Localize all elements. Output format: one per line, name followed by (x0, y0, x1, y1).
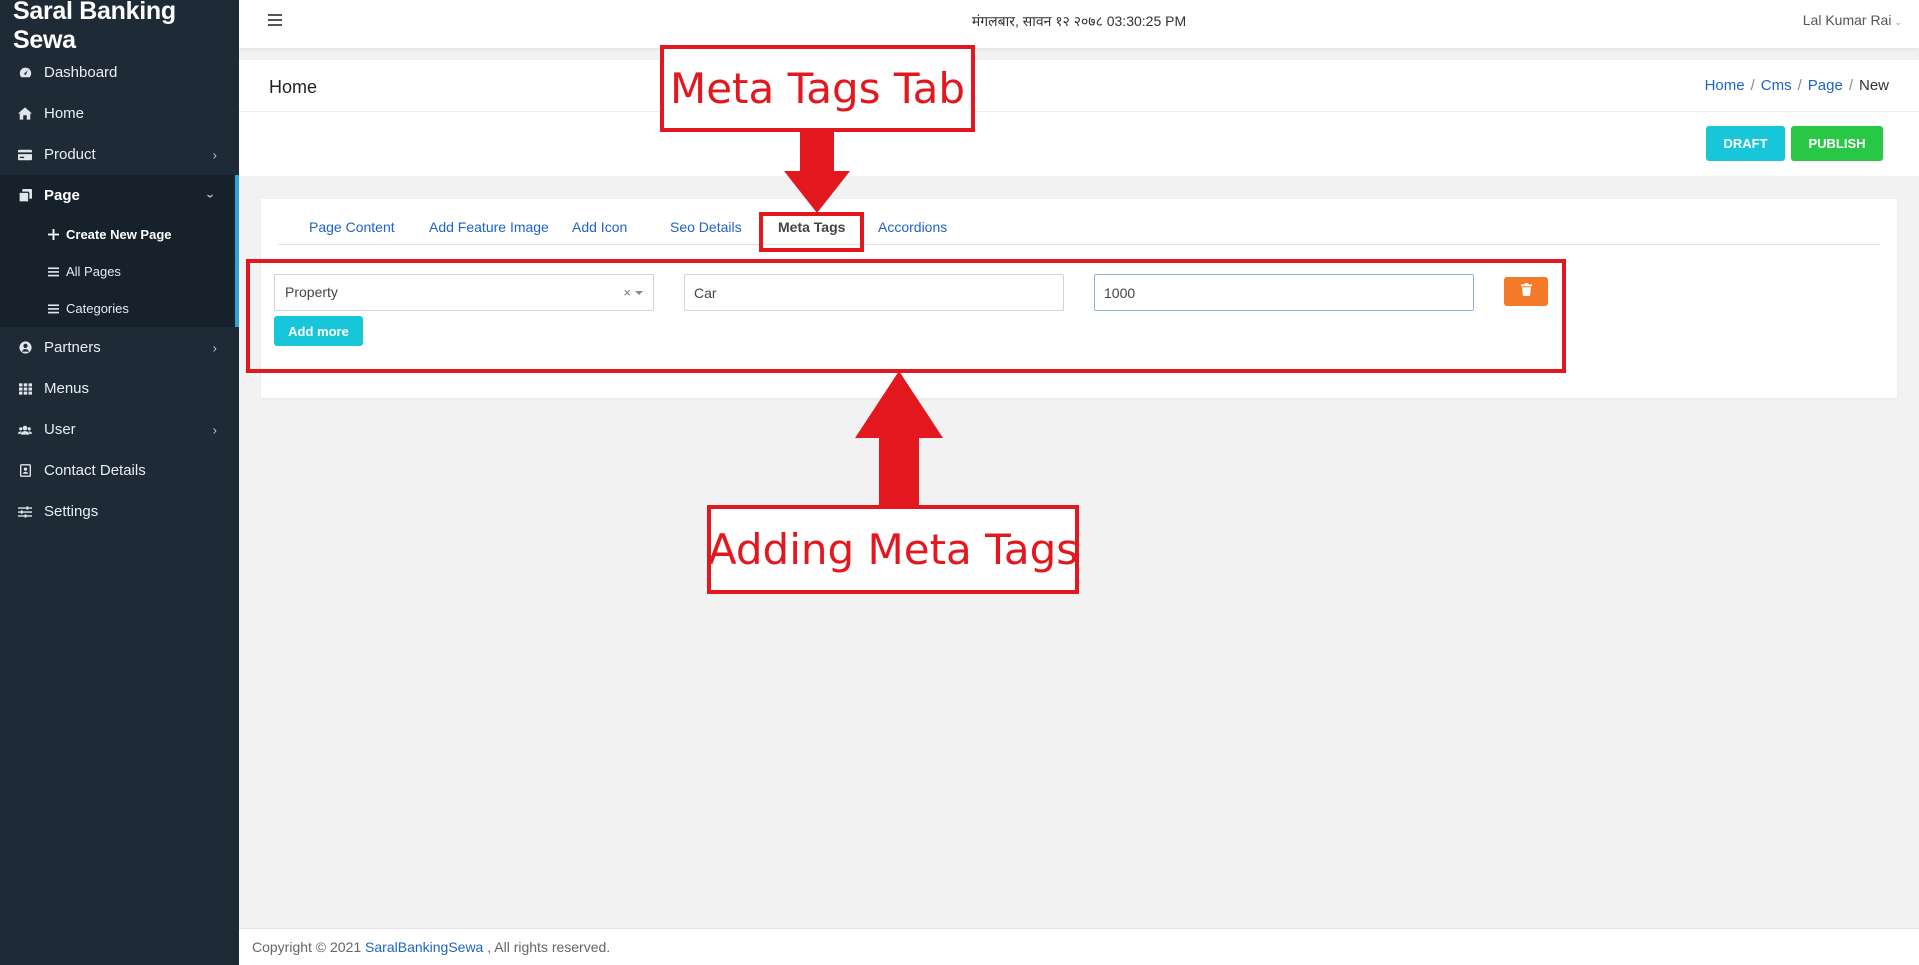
pages-icon (18, 189, 32, 203)
breadcrumb-page[interactable]: Page (1808, 77, 1843, 94)
arrow-down-annotation (784, 131, 850, 213)
breadcrumb: Home / Cms / Page / New (1705, 77, 1889, 94)
chevron-down-icon: ⌄ (1894, 17, 1902, 27)
users-icon (18, 423, 32, 437)
sidebar-item-label: Home (44, 105, 85, 122)
annotation-tab-highlight (759, 212, 864, 252)
plus-icon (47, 229, 59, 241)
sidebar-item-user[interactable]: User › (0, 409, 239, 450)
topbar: मंगलबार, सावन १२ २०७८ 03:30:25 PM Lal Ku… (239, 0, 1919, 48)
tab-seo-details[interactable]: Seo Details (670, 219, 742, 235)
sidebar-item-product[interactable]: Product › (0, 134, 239, 175)
page-title: Home (269, 77, 318, 97)
tab-bar: Page Content Add Feature Image Add Icon … (278, 199, 1880, 245)
sidebar-item-label: Settings (44, 503, 99, 520)
sliders-icon (18, 505, 32, 519)
home-icon (18, 107, 32, 121)
chevron-right-icon: › (212, 422, 217, 437)
sidebar-item-partners[interactable]: Partners › (0, 327, 239, 368)
sidebar-item-label: Page (44, 187, 80, 204)
sidebar-item-page[interactable]: Page › (0, 175, 239, 216)
sidebar-item-label: Product (44, 146, 96, 163)
user-name: Lal Kumar Rai (1802, 12, 1892, 28)
list-icon (47, 266, 59, 278)
draft-button[interactable]: DRAFT (1706, 126, 1785, 161)
breadcrumb-separator: / (1848, 77, 1853, 94)
breadcrumb-current: New (1858, 77, 1889, 94)
annotation-adding-meta-tags: Adding Meta Tags (707, 505, 1079, 594)
submenu-categories[interactable]: Categories (0, 290, 235, 327)
tab-accordions[interactable]: Accordions (878, 219, 947, 235)
footer-suffix: , All rights reserved. (483, 939, 611, 955)
sidebar-item-home[interactable]: Home (0, 93, 239, 134)
footer: Copyright © 2021 SaralBankingSewa , All … (239, 928, 1919, 965)
contact-icon (18, 464, 32, 478)
footer-prefix: Copyright © 2021 (252, 939, 366, 955)
divider (239, 111, 1919, 112)
sidebar-item-settings[interactable]: Settings (0, 491, 239, 532)
chevron-right-icon: › (212, 147, 217, 162)
chevron-down-icon: › (203, 193, 219, 198)
sidebar-item-dashboard[interactable]: Dashboard (0, 52, 239, 93)
list-icon (47, 303, 59, 315)
sidebar: Saral Banking Sewa Dashboard Home Produc… (0, 0, 239, 965)
sidebar-item-menus[interactable]: Menus (0, 368, 239, 409)
sidebar-item-label: User (44, 421, 76, 438)
publish-button[interactable]: PUBLISH (1791, 126, 1883, 161)
chevron-right-icon: › (212, 340, 217, 355)
sidebar-item-label: Partners (44, 339, 101, 356)
breadcrumb-home[interactable]: Home (1705, 77, 1745, 94)
current-datetime: मंगलबार, सावन १२ २०७८ 03:30:25 PM (971, 13, 1187, 29)
tab-add-feature-image[interactable]: Add Feature Image (429, 219, 549, 235)
tab-add-icon[interactable]: Add Icon (572, 219, 627, 235)
page-header: Home Home / Cms / Page / New DRAFT PUBLISH (239, 60, 1919, 176)
sidebar-item-label: Contact Details (44, 462, 146, 479)
user-menu[interactable]: Lal Kumar Rai ⌄ (1803, 12, 1902, 28)
submenu-label: Create New Page (66, 227, 172, 242)
footer-link[interactable]: SaralBankingSewa (365, 939, 483, 955)
breadcrumb-cms[interactable]: Cms (1761, 77, 1792, 94)
submenu-all-pages[interactable]: All Pages (0, 253, 235, 290)
sidebar-item-contact-details[interactable]: Contact Details (0, 450, 239, 491)
card-icon (18, 148, 32, 162)
breadcrumb-separator: / (1750, 77, 1755, 94)
submenu-create-new-page[interactable]: Create New Page (0, 216, 235, 253)
submenu-label: Categories (66, 301, 129, 316)
brand-title[interactable]: Saral Banking Sewa (0, 0, 239, 54)
annotation-meta-row-highlight (246, 259, 1566, 373)
annotation-meta-tags-tab: Meta Tags Tab (660, 45, 975, 132)
sidebar-item-label: Dashboard (44, 64, 118, 81)
breadcrumb-separator: / (1797, 77, 1802, 94)
tab-page-content[interactable]: Page Content (309, 219, 395, 235)
page-submenu: Create New Page All Pages Categories (0, 216, 239, 327)
user-circle-icon (18, 341, 32, 355)
sidebar-item-label: Menus (44, 380, 90, 397)
grid-icon (18, 382, 32, 396)
arrow-up-annotation (855, 371, 943, 507)
submenu-label: All Pages (66, 264, 121, 279)
dashboard-icon (18, 66, 32, 80)
